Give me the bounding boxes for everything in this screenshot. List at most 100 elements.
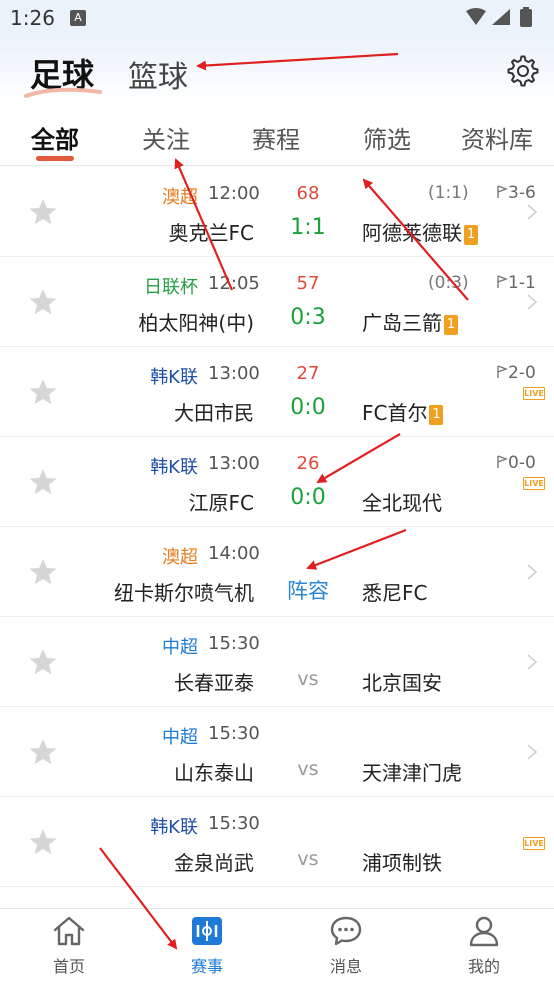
home-team: 奥克兰FC: [168, 221, 254, 245]
yellow-card-badge: 1: [444, 314, 458, 335]
league-name: 澳超: [162, 187, 198, 208]
status-bar: 1:26 A: [0, 0, 554, 36]
match-row[interactable]: 日联杯 12:05 57 0:3 柏太阳神(中) 广岛三箭 1 (0:3) 1-1: [0, 257, 554, 347]
chevron-right-icon: [526, 563, 538, 581]
corner-flag-icon: [496, 453, 508, 473]
nav-messages[interactable]: 消息: [306, 915, 386, 977]
match-row[interactable]: 韩K联 13:00 26 0:0 江原FC 全北现代 0-0 LIVE: [0, 437, 554, 527]
star-icon[interactable]: [28, 377, 58, 407]
star-icon[interactable]: [28, 827, 58, 857]
away-team: 浦项制铁: [362, 847, 442, 876]
tab-follow[interactable]: 关注: [142, 120, 190, 155]
bottom-nav: 首页 赛事 消息 我的: [0, 908, 554, 984]
away-team-name: 全北现代: [362, 491, 442, 515]
home-team: 纽卡斯尔喷气机: [114, 581, 254, 605]
star-icon[interactable]: [28, 647, 58, 677]
star-icon[interactable]: [28, 287, 58, 317]
match-row[interactable]: 中超 15:30 vs 长春亚泰 北京国安: [0, 617, 554, 707]
corner-value: 1-1: [508, 273, 536, 293]
away-team-name: 北京国安: [362, 671, 442, 695]
active-tab-indicator: [36, 156, 74, 161]
away-team: 广岛三箭 1: [362, 307, 458, 336]
away-team: FC首尔 1: [362, 397, 444, 426]
chat-icon: [330, 916, 362, 946]
chevron-right-icon: [526, 293, 538, 311]
kickoff-time: 12:05: [208, 273, 260, 294]
status-time: 1:26: [10, 6, 55, 30]
home-icon: [53, 916, 85, 946]
chevron-right-icon: [526, 203, 538, 221]
gear-icon[interactable]: [506, 54, 540, 88]
versus-label: vs: [297, 668, 319, 690]
tab-database[interactable]: 资料库: [461, 120, 533, 155]
corner-count: 3-6: [496, 183, 536, 203]
away-team: 阿德莱德联 1: [362, 217, 478, 246]
corner-value: 2-0: [508, 363, 536, 383]
match-row[interactable]: 韩K联 15:30 vs 金泉尚武 浦项制铁 LIVE: [0, 797, 554, 887]
tab-schedule[interactable]: 赛程: [252, 120, 300, 155]
match-list: 澳超 12:00 68 1:1 奥克兰FC 阿德莱德联 1 (1:1) 3-6 日联杯 12:05 5…: [0, 167, 554, 887]
halftime-score: (1:1): [428, 183, 469, 203]
match-row[interactable]: 韩K联 13:00 27 0:0 大田市民 FC首尔 1 2-0 LIVE: [0, 347, 554, 437]
yellow-card-badge: 1: [429, 404, 444, 425]
corner-value: 3-6: [508, 183, 536, 203]
match-row[interactable]: 澳超 12:00 68 1:1 奥克兰FC 阿德莱德联 1 (1:1) 3-6: [0, 167, 554, 257]
away-team: 全北现代: [362, 487, 442, 516]
versus-label: vs: [297, 758, 319, 780]
corner-flag-icon: [496, 183, 508, 203]
corner-count: 2-0: [496, 363, 536, 383]
match-score: 0:3: [290, 305, 326, 330]
match-minute: 68: [296, 183, 320, 204]
corner-flag-icon: [496, 363, 508, 383]
match-minute: 26: [296, 453, 320, 474]
star-icon[interactable]: [28, 737, 58, 767]
star-icon[interactable]: [28, 197, 58, 227]
tab-filter[interactable]: 筛选: [363, 120, 411, 155]
match-score: 1:1: [290, 215, 326, 240]
league-name: 韩K联: [150, 367, 198, 388]
star-icon[interactable]: [28, 467, 58, 497]
home-team: 江原FC: [188, 491, 254, 515]
league-name: 日联杯: [144, 277, 198, 298]
match-score: 0:0: [290, 485, 326, 510]
live-badge: LIVE: [523, 837, 545, 850]
kickoff-time: 15:30: [208, 723, 260, 744]
match-minute: 27: [296, 363, 320, 384]
away-team-name: 浦项制铁: [362, 851, 442, 875]
away-team-name: 广岛三箭: [362, 311, 442, 335]
star-icon[interactable]: [28, 557, 58, 587]
yellow-card-badge: 1: [464, 224, 478, 245]
nav-matches[interactable]: 赛事: [167, 915, 247, 977]
versus-label: vs: [297, 848, 319, 870]
away-team-name: FC首尔: [362, 401, 428, 425]
home-team: 长春亚泰: [174, 671, 254, 695]
home-team: 大田市民: [174, 401, 254, 425]
league-name: 韩K联: [150, 817, 198, 838]
home-team: 柏太阳神(中): [138, 311, 254, 335]
league-name: 中超: [162, 727, 198, 748]
live-badge: LIVE: [523, 477, 545, 490]
corner-value: 0-0: [508, 453, 536, 473]
notification-icon: A: [70, 10, 86, 26]
away-team-name: 阿德莱德联: [362, 221, 462, 245]
nav-home[interactable]: 首页: [29, 915, 109, 977]
lineup-link[interactable]: 阵容: [258, 575, 358, 605]
match-icon: [192, 917, 222, 945]
nav-profile[interactable]: 我的: [444, 915, 524, 977]
corner-count: 0-0: [496, 453, 536, 473]
corner-count: 1-1: [496, 273, 536, 293]
tab-all[interactable]: 全部: [31, 120, 79, 155]
away-team: 悉尼FC: [362, 577, 427, 606]
kickoff-time: 12:00: [208, 183, 260, 204]
away-team-name: 悉尼FC: [362, 581, 428, 605]
away-team: 北京国安: [362, 667, 442, 696]
sport-tab-basketball[interactable]: 篮球: [128, 52, 188, 96]
nav-profile-label: 我的: [467, 957, 500, 976]
match-row[interactable]: 澳超 14:00 阵容 纽卡斯尔喷气机 悉尼FC: [0, 527, 554, 617]
kickoff-time: 15:30: [208, 633, 260, 654]
nav-messages-label: 消息: [329, 957, 362, 976]
kickoff-time: 14:00: [208, 543, 260, 564]
match-row[interactable]: 中超 15:30 vs 山东泰山 天津津门虎: [0, 707, 554, 797]
away-team-name: 天津津门虎: [362, 761, 462, 785]
filter-tabs: 全部 关注 赛程 筛选 资料库: [0, 104, 554, 166]
